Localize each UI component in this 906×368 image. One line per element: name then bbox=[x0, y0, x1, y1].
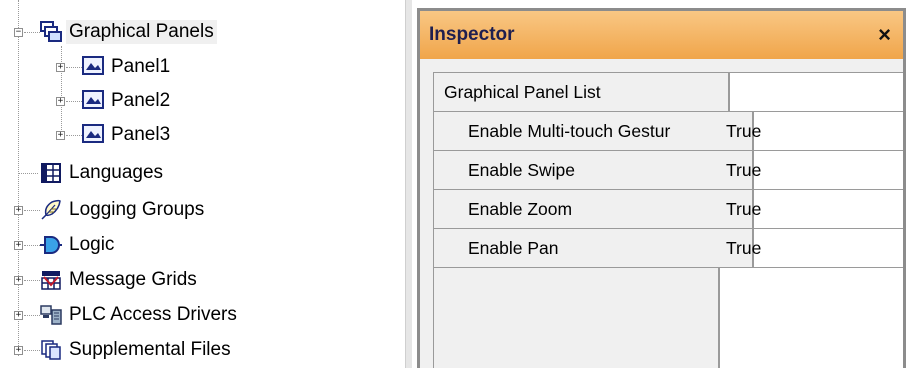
property-grid: Graphical Panel List Enable Multi-touch … bbox=[433, 72, 903, 368]
tree-item-logging-groups[interactable]: + Logging Groups bbox=[0, 193, 204, 227]
windows-stack-icon bbox=[40, 21, 62, 43]
property-row[interactable]: Enable Pan True bbox=[434, 229, 903, 268]
property-row[interactable]: Enable Swipe True bbox=[434, 151, 903, 190]
tree-line bbox=[66, 67, 82, 68]
inspector-panel: Inspector × Graphical Panel List Enable … bbox=[417, 8, 906, 368]
tree-line bbox=[24, 315, 40, 316]
tree-label: Panel1 bbox=[111, 56, 171, 77]
tree-line bbox=[24, 280, 40, 281]
expand-toggle[interactable]: + bbox=[56, 131, 65, 140]
tree-label: Logic bbox=[69, 234, 115, 255]
tree-label: Panel3 bbox=[111, 124, 171, 145]
tree-item-message-grids[interactable]: + Message Grids bbox=[0, 263, 197, 297]
property-value[interactable]: True bbox=[720, 151, 903, 189]
plc-driver-icon bbox=[40, 304, 62, 326]
tree-line bbox=[66, 101, 82, 102]
panel-window-icon bbox=[82, 124, 104, 146]
tree-item-logic[interactable]: + Logic bbox=[0, 228, 114, 262]
property-grid-empty-area bbox=[434, 268, 720, 368]
tree-item-languages[interactable]: Languages bbox=[0, 156, 163, 190]
property-name: Enable Multi-touch Gestur bbox=[434, 112, 754, 150]
property-row[interactable]: Enable Zoom True bbox=[434, 190, 903, 229]
logic-gate-icon bbox=[40, 234, 62, 256]
expand-toggle[interactable]: + bbox=[14, 276, 23, 285]
expand-toggle[interactable]: + bbox=[14, 346, 23, 355]
tree-item-supplemental-files[interactable]: + Supplemental Files bbox=[0, 333, 231, 367]
expand-toggle[interactable]: + bbox=[56, 97, 65, 106]
tree-item-panel3[interactable]: + Panel3 bbox=[0, 118, 170, 152]
tree-line bbox=[24, 210, 40, 211]
tree-label: Languages bbox=[69, 162, 164, 183]
inspector-title: Inspector bbox=[429, 24, 515, 45]
tree-line bbox=[24, 245, 40, 246]
tree-line bbox=[24, 32, 40, 33]
tree-item-plc-access-drivers[interactable]: + PLC Access Drivers bbox=[0, 298, 237, 332]
tree-label: Message Grids bbox=[69, 269, 197, 290]
property-value[interactable]: True bbox=[720, 190, 903, 228]
tree-item-graphical-panels[interactable]: − Graphical Panels bbox=[0, 15, 217, 49]
property-section-label: Graphical Panel List bbox=[434, 73, 730, 111]
property-name: Enable Swipe bbox=[434, 151, 754, 189]
property-row[interactable]: Enable Multi-touch Gestur True bbox=[434, 112, 903, 151]
property-value bbox=[720, 73, 903, 111]
message-grid-icon bbox=[40, 269, 62, 291]
close-icon[interactable]: × bbox=[878, 22, 891, 48]
property-name: Enable Zoom bbox=[434, 190, 754, 228]
logging-feather-icon bbox=[40, 199, 62, 221]
pane-splitter[interactable] bbox=[405, 0, 412, 368]
tree-line bbox=[24, 350, 40, 351]
language-table-icon bbox=[40, 162, 62, 184]
supplemental-files-icon bbox=[40, 339, 62, 361]
expand-toggle[interactable]: + bbox=[56, 63, 65, 72]
panel-window-icon bbox=[82, 90, 104, 112]
property-value[interactable]: True bbox=[720, 229, 903, 267]
property-value[interactable]: True bbox=[720, 112, 903, 150]
project-tree: − Graphical Panels + Panel1 + Panel2 + P… bbox=[0, 0, 405, 368]
expand-toggle[interactable]: + bbox=[14, 311, 23, 320]
property-name: Enable Pan bbox=[434, 229, 754, 267]
tree-item-panel1[interactable]: + Panel1 bbox=[0, 50, 170, 84]
property-section-header[interactable]: Graphical Panel List bbox=[434, 73, 903, 112]
tree-label: Logging Groups bbox=[69, 199, 205, 220]
collapse-toggle[interactable]: − bbox=[14, 28, 23, 37]
inspector-title-bar[interactable]: Inspector × bbox=[420, 11, 903, 59]
expand-toggle[interactable]: + bbox=[14, 241, 23, 250]
expand-toggle[interactable]: + bbox=[14, 206, 23, 215]
tree-label: Graphical Panels bbox=[66, 20, 217, 44]
tree-label: PLC Access Drivers bbox=[69, 304, 237, 325]
tree-line bbox=[66, 135, 82, 136]
panel-window-icon bbox=[82, 56, 104, 78]
tree-item-panel2[interactable]: + Panel2 bbox=[0, 84, 170, 118]
tree-label: Panel2 bbox=[111, 90, 171, 111]
tree-label: Supplemental Files bbox=[69, 339, 231, 360]
